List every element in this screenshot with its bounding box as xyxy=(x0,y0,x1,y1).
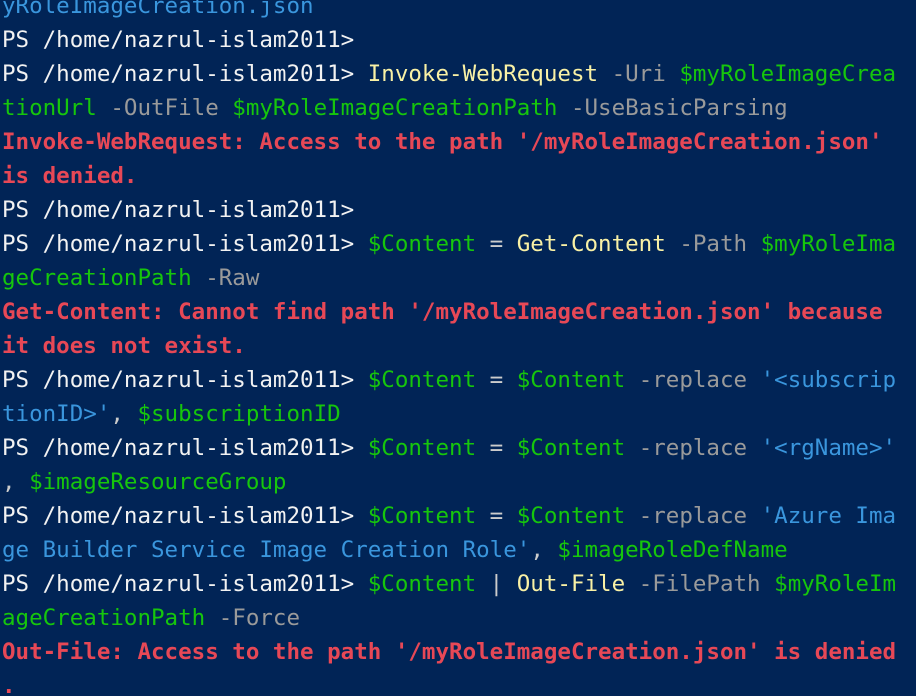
parameter-name: -Raw xyxy=(205,265,260,291)
shell-prompt: PS /home/nazrul-islam2011> xyxy=(2,571,368,597)
variable-token: $Content xyxy=(516,367,626,393)
variable-token: $Content xyxy=(516,435,626,461)
operator-token: = xyxy=(476,503,517,529)
shell-prompt: PS /home/nazrul-islam2011> xyxy=(2,61,368,87)
variable-token: $subscriptionID xyxy=(137,401,341,427)
parameter-name: -replace xyxy=(638,503,748,529)
variable-token: $Content xyxy=(367,571,477,597)
terminal-line: PS /home/nazrul-islam2011> $Content = $C… xyxy=(2,499,896,533)
error-message: Out-File: Access to the path '/myRoleIma… xyxy=(2,639,897,665)
parameter-name: -UseBasicParsing xyxy=(570,95,788,121)
parameter-name: -FilePath xyxy=(638,571,761,597)
string-literal: '<subscrip xyxy=(760,367,897,393)
terminal-line: ageCreationPath -Force xyxy=(2,601,896,635)
operator-token: , xyxy=(530,537,558,563)
terminal-line: yRoleImageCreation.json xyxy=(2,0,896,23)
variable-token: $Content xyxy=(367,503,477,529)
cmdlet-name: Out-File xyxy=(516,571,626,597)
terminal-line: Invoke-WebRequest: Access to the path '/… xyxy=(2,125,896,159)
terminal-window[interactable]: yRoleImageCreation.json PS /home/nazrul-i… xyxy=(0,0,916,696)
variable-token: $Content xyxy=(516,503,626,529)
terminal-output: yRoleImageCreation.json PS /home/nazrul-i… xyxy=(2,0,896,696)
operator-token: = xyxy=(476,367,517,393)
shell-prompt: PS /home/nazrul-islam2011> xyxy=(2,503,368,529)
terminal-line: PS /home/nazrul-islam2011> Invoke-WebReq… xyxy=(2,57,896,91)
shell-prompt: PS /home/nazrul-islam2011> xyxy=(2,231,368,257)
terminal-line: PS /home/nazrul-islam2011> $Content | Ou… xyxy=(2,567,896,601)
operator-token: , xyxy=(2,469,30,495)
variable-token: $Content xyxy=(367,435,477,461)
terminal-line: Get-Content: Cannot find path '/myRoleIm… xyxy=(2,295,896,329)
variable-token: $imageRoleDefName xyxy=(557,537,788,563)
string-literal: tionID>' xyxy=(2,401,111,427)
error-message: . xyxy=(2,673,16,696)
string-literal: '<rgName>' xyxy=(760,435,897,461)
terminal-line: tionUrl -OutFile $myRoleImageCreationPat… xyxy=(2,91,896,125)
variable-token: ageCreationPath xyxy=(2,605,206,631)
variable-token: $Content xyxy=(367,231,477,257)
variable-token: $myRoleImageCrea xyxy=(679,61,897,87)
terminal-line: PS /home/nazrul-islam2011> $Content = Ge… xyxy=(2,227,896,261)
terminal-line: PS /home/nazrul-islam2011> xyxy=(2,193,896,227)
variable-token: $Content xyxy=(367,367,477,393)
terminal-line: PS /home/nazrul-islam2011> xyxy=(2,23,896,57)
operator-token: = xyxy=(476,435,517,461)
operator-token: | xyxy=(476,571,517,597)
error-message: Invoke-WebRequest: Access to the path '/… xyxy=(2,129,883,155)
string-literal: yRoleImageCreation.json xyxy=(2,0,314,19)
terminal-line: Out-File: Access to the path '/myRoleIma… xyxy=(2,635,896,669)
parameter-name: -Uri xyxy=(611,61,666,87)
shell-prompt: PS /home/nazrul-islam2011> xyxy=(2,367,368,393)
terminal-line: PS /home/nazrul-islam2011> $Content = $C… xyxy=(2,431,896,465)
parameter-name: -OutFile xyxy=(110,95,219,121)
terminal-line: it does not exist. xyxy=(2,329,896,363)
parameter-name: -replace xyxy=(638,367,748,393)
variable-token: $myRoleImageCreationPath xyxy=(232,95,558,121)
terminal-line: PS /home/nazrul-islam2011> $Content = $C… xyxy=(2,363,896,397)
parameter-name: -Force xyxy=(218,605,301,631)
shell-prompt: PS /home/nazrul-islam2011> xyxy=(2,197,368,223)
variable-token: $imageResourceGroup xyxy=(29,469,287,495)
variable-token: geCreationPath xyxy=(2,265,192,291)
shell-prompt: PS /home/nazrul-islam2011> xyxy=(2,435,368,461)
variable-token: tionUrl xyxy=(2,95,97,121)
cmdlet-name: Invoke-WebRequest xyxy=(367,61,599,87)
string-literal: 'Azure Ima xyxy=(760,503,897,529)
variable-token: $myRoleIma xyxy=(760,231,897,257)
terminal-line: . xyxy=(2,669,896,696)
operator-token: , xyxy=(110,401,138,427)
parameter-name: -replace xyxy=(638,435,748,461)
parameter-name: -Path xyxy=(679,231,748,257)
cmdlet-name: Get-Content xyxy=(516,231,666,257)
terminal-line: tionID>', $subscriptionID xyxy=(2,397,896,431)
error-message: Get-Content: Cannot find path '/myRoleIm… xyxy=(2,299,883,325)
error-message: it does not exist. xyxy=(2,333,246,359)
string-literal: ge Builder Service Image Creation Role' xyxy=(2,537,531,563)
shell-prompt: PS /home/nazrul-islam2011> xyxy=(2,27,368,53)
operator-token: = xyxy=(476,231,517,257)
error-message: is denied. xyxy=(2,163,138,189)
terminal-line: is denied. xyxy=(2,159,896,193)
variable-token: $myRoleIm xyxy=(774,571,897,597)
terminal-line: , $imageResourceGroup xyxy=(2,465,896,499)
terminal-line: ge Builder Service Image Creation Role',… xyxy=(2,533,896,567)
terminal-line: geCreationPath -Raw xyxy=(2,261,896,295)
